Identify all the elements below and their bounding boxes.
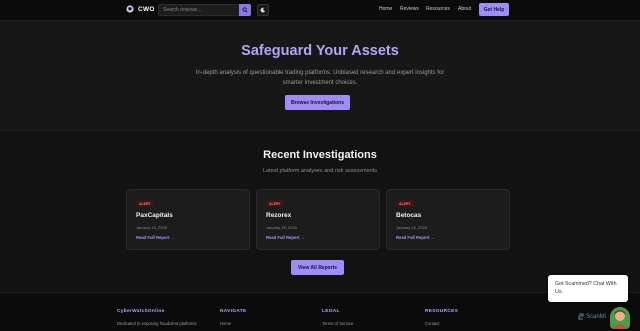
read-report-link[interactable]: Read Full Report →	[396, 235, 435, 240]
footer-link-contact[interactable]: Contact	[425, 321, 439, 326]
footer-legal: LEGAL Terms of Service	[322, 309, 353, 326]
watermark: ScanMi	[578, 313, 606, 320]
search-icon	[242, 7, 248, 13]
support-agent-icon	[610, 307, 630, 329]
card-title: PaxCapitals	[136, 212, 173, 219]
footer-navigate-heading: NAVIGATE	[220, 309, 247, 314]
footer-about: CyberWatchOnline Dedicated to exposing f…	[117, 309, 197, 326]
hero-title: Safeguard Your Assets	[241, 43, 399, 59]
card-title: Rezorex	[266, 212, 292, 219]
investigation-card[interactable]: ALERT PaxCapitals January 15, 2026 Read …	[126, 189, 250, 250]
browse-investigations-button[interactable]: Browse Investigations	[285, 95, 350, 110]
top-navbar: CWO Home Reviews Resources About Get Hel…	[0, 0, 640, 21]
hero-section: Safeguard Your Assets In-depth analysis …	[0, 21, 640, 131]
card-date: January 15, 2026	[136, 225, 167, 230]
footer-resources: RESOURCES Contact	[425, 309, 459, 326]
moon-icon	[260, 7, 266, 13]
footer-link-home[interactable]: Home	[220, 321, 231, 326]
scan-logo-icon	[578, 313, 584, 320]
footer-resources-heading: RESOURCES	[425, 309, 459, 314]
watermark-text: ScanMi	[586, 313, 607, 320]
footer-about-text: Dedicated to exposing fraudulent platfor…	[117, 321, 197, 326]
footer-navigate: NAVIGATE Home	[220, 309, 247, 326]
search-bar	[158, 4, 251, 16]
card-date: January 15, 2026	[266, 225, 297, 230]
nav-link-home[interactable]: Home	[379, 6, 392, 12]
footer-brand-heading: CyberWatchOnline	[117, 309, 165, 314]
get-help-button[interactable]: Get Help	[479, 3, 509, 16]
read-report-link[interactable]: Read Full Report →	[266, 235, 305, 240]
footer-link-terms[interactable]: Terms of Service	[322, 321, 353, 326]
investigation-card[interactable]: ALERT Betocas January 15, 2026 Read Full…	[386, 189, 510, 250]
theme-toggle-button[interactable]	[257, 4, 269, 16]
nav-link-about[interactable]: About	[458, 6, 471, 12]
search-button[interactable]	[239, 4, 251, 16]
chat-avatar[interactable]	[610, 307, 630, 329]
section-subtitle: Latest platform analyses and risk assess…	[262, 168, 378, 174]
search-input[interactable]	[158, 4, 239, 16]
read-report-link[interactable]: Read Full Report →	[136, 235, 175, 240]
investigation-card[interactable]: ALERT Rezorex January 15, 2026 Read Full…	[256, 189, 380, 250]
hero-subtitle: In-depth analysis of questionable tradin…	[195, 70, 445, 86]
alert-badge: ALERT	[136, 200, 154, 207]
card-date: January 15, 2026	[396, 225, 427, 230]
footer-legal-heading: LEGAL	[322, 309, 340, 314]
nav-link-resources[interactable]: Resources	[426, 6, 450, 12]
shield-icon	[126, 5, 134, 13]
view-all-reports-button[interactable]: View All Reports	[291, 260, 344, 275]
nav-link-reviews[interactable]: Reviews	[400, 6, 419, 12]
brand-logo[interactable]: CWO	[126, 5, 155, 13]
footer: CyberWatchOnline Dedicated to exposing f…	[0, 292, 640, 331]
chat-bubble[interactable]: Got Scammed? Chat With Us.	[548, 275, 628, 302]
brand-name: CWO	[138, 5, 155, 13]
alert-badge: ALERT	[266, 200, 284, 207]
section-title: Recent Investigations	[263, 149, 377, 161]
alert-badge: ALERT	[396, 200, 414, 207]
card-title: Betocas	[396, 212, 422, 219]
